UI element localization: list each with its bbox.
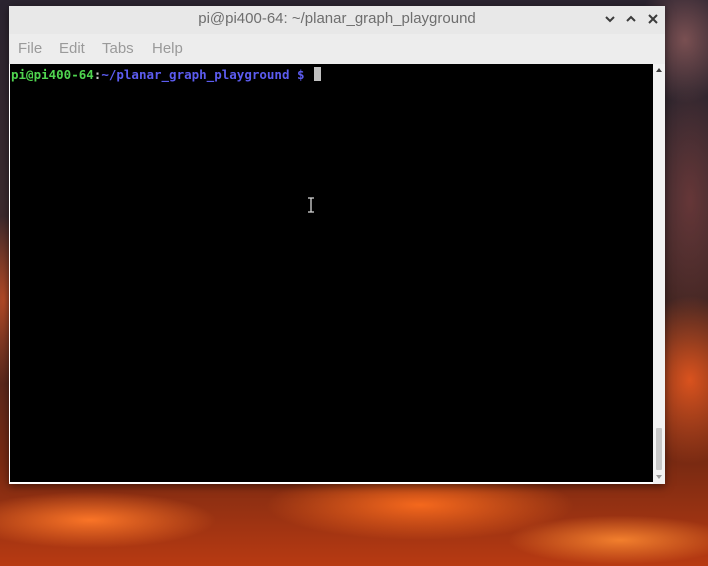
prompt-user-host: pi@pi400-64 xyxy=(11,67,94,82)
text-cursor-block xyxy=(314,67,322,81)
title-bar[interactable]: pi@pi400-64: ~/planar_graph_playground xyxy=(9,6,665,34)
scroll-up-arrow-icon[interactable] xyxy=(654,65,664,75)
menu-tabs[interactable]: Tabs xyxy=(102,40,134,57)
close-icon xyxy=(648,14,658,24)
scrollbar-thumb[interactable] xyxy=(656,428,662,470)
close-button[interactable] xyxy=(645,11,661,27)
prompt-dollar: $ xyxy=(289,67,313,82)
maximize-button[interactable] xyxy=(623,11,639,27)
terminal-window[interactable]: pi@pi400-64: ~/planar_graph_playground F… xyxy=(9,6,665,484)
minimize-button[interactable] xyxy=(602,11,618,27)
menu-edit[interactable]: Edit xyxy=(59,40,85,57)
window-title: pi@pi400-64: ~/planar_graph_playground xyxy=(198,10,476,27)
text-cursor-icon xyxy=(308,197,314,213)
menu-file[interactable]: File xyxy=(18,40,42,57)
shell-prompt: pi@pi400-64:~/planar_graph_playground $ xyxy=(11,67,322,83)
menu-help[interactable]: Help xyxy=(152,40,183,57)
terminal-area[interactable]: pi@pi400-64:~/planar_graph_playground $ xyxy=(10,64,653,482)
menu-bar: File Edit Tabs Help xyxy=(9,34,665,64)
prompt-path: ~/planar_graph_playground xyxy=(101,67,290,82)
scroll-down-arrow-icon[interactable] xyxy=(654,472,664,482)
maximize-icon xyxy=(626,15,636,22)
vertical-scrollbar[interactable] xyxy=(653,64,665,484)
minimize-icon xyxy=(605,16,615,23)
